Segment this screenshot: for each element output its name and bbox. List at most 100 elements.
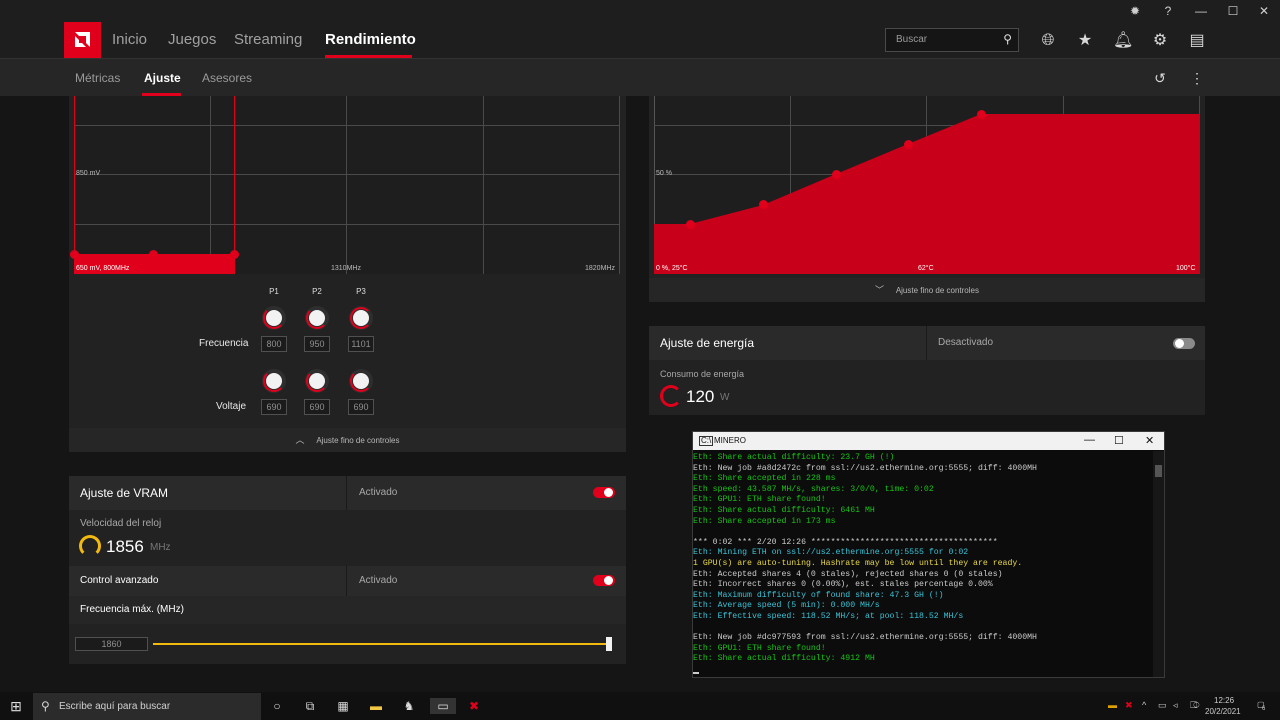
power-consumption-unit: W: [720, 392, 730, 403]
tab-juegos[interactable]: Juegos: [168, 31, 216, 48]
taskbar-date[interactable]: 20/2/2021: [1205, 707, 1241, 716]
tab-inicio[interactable]: Inicio: [112, 31, 147, 48]
frequency-value-p2[interactable]: 950: [304, 336, 330, 352]
search-icon[interactable]: ⚲: [1003, 32, 1012, 46]
app-icon[interactable]: ♞: [401, 698, 417, 714]
voltage-knob-p3[interactable]: [349, 369, 373, 393]
tab-metricas[interactable]: Métricas: [75, 71, 120, 85]
voltage-value-p3[interactable]: 690: [348, 399, 374, 415]
fan-curve-graph[interactable]: 50 % 0 %, 25°C 62°C 100°C: [654, 96, 1200, 274]
file-explorer-icon[interactable]: ▬: [368, 698, 384, 714]
frequency-knob-p2[interactable]: [305, 306, 329, 330]
amd-logo[interactable]: [64, 22, 101, 58]
taskbar-search[interactable]: ⚲ Escribe aquí para buscar: [33, 693, 261, 720]
terminal-close-button[interactable]: ✕: [1145, 434, 1154, 447]
voltage-frequency-graph[interactable]: 850 mV 650 mV, 800MHz 1310MHz 1820MHz: [70, 96, 620, 274]
news-icon[interactable]: ▤: [1187, 31, 1207, 51]
network-icon[interactable]: ▭: [1158, 700, 1167, 711]
terminal-line: Eth: Share accepted in 228 ms: [693, 474, 836, 484]
curve-point[interactable]: [149, 250, 158, 259]
terminal-maximize-button[interactable]: ☐: [1114, 434, 1124, 447]
notification-count: 6: [1262, 706, 1266, 712]
search-input[interactable]: Buscar ⚲: [885, 28, 1019, 52]
language-icon[interactable]: ⎄: [1190, 700, 1200, 711]
gear-icon[interactable]: ⚙: [1150, 31, 1170, 51]
curve-point[interactable]: [70, 250, 79, 259]
voltage-value-p1[interactable]: 690: [261, 399, 287, 415]
calculator-icon[interactable]: ▦: [335, 698, 351, 714]
max-frequency-input[interactable]: 1860: [75, 637, 148, 651]
terminal-line: Eth speed: 43.587 MH/s, shares: 3/0/0, t…: [693, 484, 934, 494]
frequency-value-p3[interactable]: 1101: [348, 336, 374, 352]
frequency-knob-p3[interactable]: [349, 306, 373, 330]
voltage-value-p2[interactable]: 690: [304, 399, 330, 415]
fan-curve-point[interactable]: [686, 220, 695, 229]
voltage-knob-p1[interactable]: [262, 369, 286, 393]
terminal-line: Eth: Share accepted in 173 ms: [693, 516, 836, 526]
terminal-line: Eth: Share actual difficulty: 4912 MH: [693, 654, 875, 664]
power-tuning-state: Desactivado: [938, 337, 994, 348]
main-nav: Inicio Juegos Streaming Rendimiento Busc…: [0, 22, 1280, 58]
close-button[interactable]: ✕: [1256, 3, 1272, 19]
pstate-p2-label: P2: [312, 287, 322, 296]
frequency-knob-p1[interactable]: [262, 306, 286, 330]
fan-curve-point[interactable]: [832, 170, 841, 179]
fan-curve-point[interactable]: [904, 140, 913, 149]
terminal-taskbar-icon[interactable]: ▭: [430, 698, 456, 714]
slider-fill: [153, 643, 612, 645]
miner-terminal-window[interactable]: C:\ MINERO — ☐ ✕ Eth: Share actual diffi…: [692, 431, 1165, 678]
slider-handle[interactable]: [606, 637, 612, 651]
vram-tuning-toggle[interactable]: [593, 487, 615, 498]
search-icon: ⚲: [41, 699, 50, 713]
tray-amd-icon[interactable]: ✖: [1125, 700, 1133, 711]
amd-taskbar-icon[interactable]: ✖: [466, 698, 482, 714]
tray-icon[interactable]: ▬: [1108, 700, 1117, 710]
chevron-down-icon: ﹀: [875, 285, 885, 295]
max-frequency-slider[interactable]: [153, 637, 612, 651]
fine-tune-toggle[interactable]: ︿ Ajuste fino de controles: [69, 428, 626, 452]
scrollbar-thumb[interactable]: [1155, 465, 1162, 477]
frequency-value-p1[interactable]: 800: [261, 336, 287, 352]
bug-icon[interactable]: ✹: [1127, 3, 1143, 19]
tab-ajuste[interactable]: Ajuste: [144, 71, 181, 85]
windows-start-icon[interactable]: ⊞: [8, 698, 24, 714]
minimize-button[interactable]: —: [1193, 3, 1209, 19]
maximize-button[interactable]: ☐: [1225, 3, 1241, 19]
help-icon[interactable]: ?: [1160, 3, 1176, 19]
cortana-icon[interactable]: ○: [269, 698, 285, 714]
terminal-output: Eth: Share actual difficulty: 23.7 GH (!…: [693, 451, 1153, 675]
power-tuning-header: Ajuste de energía Desactivado: [649, 326, 1205, 360]
voltage-knob-p2[interactable]: [305, 369, 329, 393]
tray-expand-icon[interactable]: ^: [1142, 700, 1146, 710]
volume-icon[interactable]: ◃: [1173, 700, 1178, 711]
tab-streaming[interactable]: Streaming: [234, 31, 302, 48]
globe-icon[interactable]: 🌐︎: [1038, 31, 1058, 51]
pstate-p1-label: P1: [269, 287, 279, 296]
terminal-scrollbar[interactable]: [1153, 451, 1164, 677]
bell-icon[interactable]: 🔔︎: [1113, 31, 1133, 51]
star-icon[interactable]: ★: [1075, 31, 1095, 51]
reset-icon[interactable]: ↺: [1150, 68, 1170, 88]
terminal-minimize-button[interactable]: —: [1084, 434, 1095, 446]
fan-curve-fill: [654, 114, 1200, 274]
taskbar-time[interactable]: 12:26: [1214, 696, 1234, 705]
chevron-up-icon: ︿: [295, 435, 305, 445]
fan-curve-point[interactable]: [977, 110, 986, 119]
fan-curve-point[interactable]: [759, 200, 768, 209]
terminal-line: *** 0:02 *** 2/20 12:26 ****************…: [693, 537, 998, 547]
more-options-icon[interactable]: ⋮: [1187, 68, 1207, 88]
clock-speed-label: Velocidad del reloj: [80, 518, 162, 529]
power-tuning-toggle[interactable]: [1173, 338, 1195, 349]
terminal-line: 1 GPU(s) are auto-tuning. Hashrate may b…: [693, 559, 1023, 568]
tab-rendimiento[interactable]: Rendimiento: [325, 31, 416, 48]
advanced-control-toggle[interactable]: [593, 575, 615, 586]
tab-asesores[interactable]: Asesores: [202, 71, 252, 85]
curve-point[interactable]: [230, 250, 239, 259]
terminal-title: MINERO: [714, 436, 746, 445]
taskbar-search-placeholder: Escribe aquí para buscar: [59, 701, 171, 712]
terminal-line: Eth: GPU1: ETH share found!: [693, 643, 826, 653]
fan-fine-tune-toggle[interactable]: ﹀ Ajuste fino de controles: [649, 278, 1205, 302]
terminal-title-bar[interactable]: C:\ MINERO — ☐ ✕: [693, 432, 1164, 450]
task-view-icon[interactable]: ⧉: [302, 698, 318, 714]
max-frequency-label: Frecuencia máx. (MHz): [80, 604, 184, 615]
